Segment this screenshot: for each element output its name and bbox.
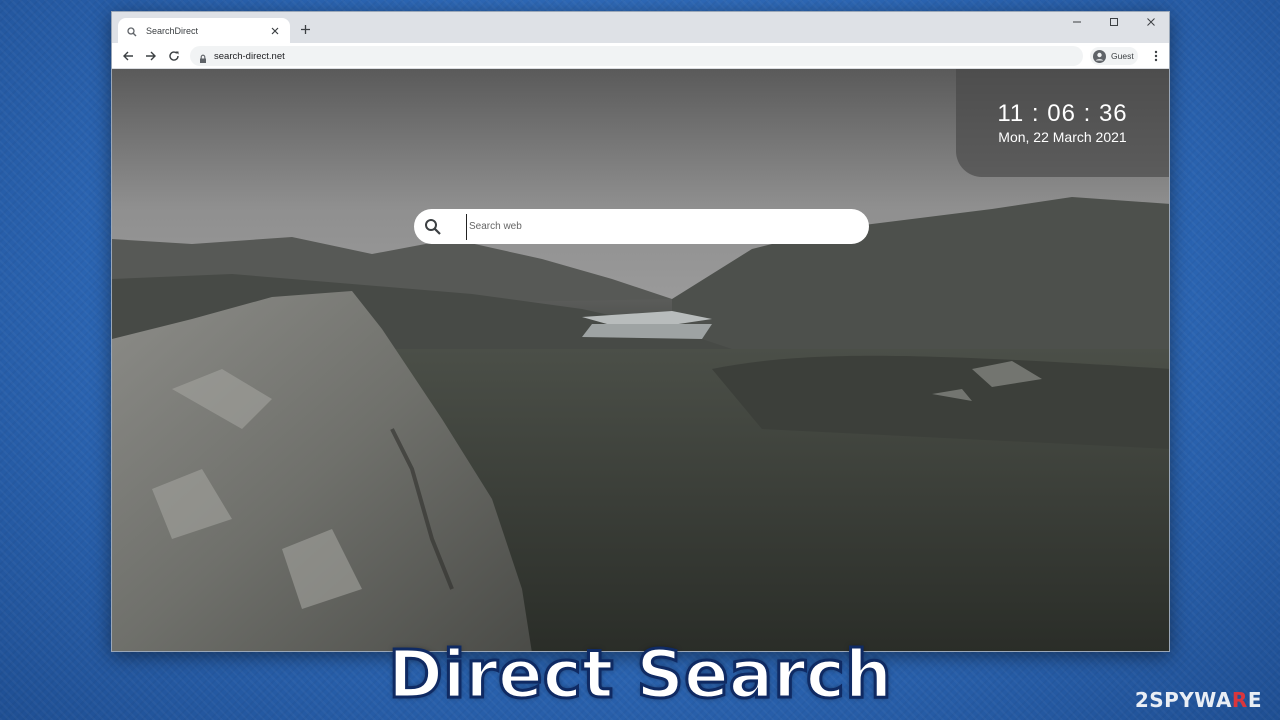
address-bar[interactable]: search-direct.net (190, 46, 1083, 66)
maximize-button[interactable] (1095, 12, 1132, 32)
tab-searchdirect[interactable]: SearchDirect (118, 18, 290, 43)
minimize-button[interactable] (1058, 12, 1095, 32)
address-url: search-direct.net (214, 50, 285, 62)
watermark-prefix: 2 (1134, 688, 1150, 712)
back-button[interactable] (120, 48, 136, 64)
tab-strip: SearchDirect (112, 12, 1169, 43)
clock-time: 11 : 06 : 36 (997, 100, 1128, 127)
profile-label: Guest (1111, 51, 1134, 61)
close-icon (1146, 18, 1155, 26)
search-icon[interactable] (424, 218, 442, 236)
arrow-right-icon (146, 51, 156, 61)
search-icon (126, 25, 138, 37)
forward-button[interactable] (143, 48, 159, 64)
browser-menu-button[interactable] (1148, 48, 1164, 64)
browser-toolbar: search-direct.net Guest (112, 43, 1169, 69)
watermark-logo: 2SPYWARE (1135, 688, 1262, 712)
window-controls (1058, 12, 1169, 32)
caption-title: Direct Search (387, 635, 894, 715)
search-input[interactable] (466, 213, 869, 240)
new-tab-button[interactable] (298, 22, 312, 36)
close-window-button[interactable] (1132, 12, 1169, 32)
watermark-brand-start: SPYWA (1149, 688, 1232, 712)
search-bar[interactable] (414, 209, 869, 244)
reload-button[interactable] (166, 48, 182, 64)
page-viewport: 11 : 06 : 36 Mon, 22 March 2021 (112, 69, 1169, 651)
tab-title: SearchDirect (146, 25, 199, 36)
arrow-left-icon (123, 51, 133, 61)
plus-icon (300, 24, 310, 34)
reload-icon (169, 51, 179, 61)
browser-window: SearchDirect search-direct.net Guest 11 … (111, 11, 1170, 652)
lock-icon (198, 51, 208, 63)
maximize-icon (1109, 18, 1118, 26)
kebab-menu-icon (1154, 50, 1158, 62)
minimize-icon (1072, 21, 1081, 23)
person-icon (1093, 49, 1106, 63)
clock-date: Mon, 22 March 2021 (998, 129, 1127, 145)
watermark-brand-end: E (1247, 688, 1262, 712)
close-icon[interactable] (268, 24, 282, 38)
clock-widget: 11 : 06 : 36 Mon, 22 March 2021 (956, 69, 1169, 177)
watermark-brand-accent: R (1231, 688, 1248, 712)
profile-button[interactable]: Guest (1090, 47, 1138, 65)
